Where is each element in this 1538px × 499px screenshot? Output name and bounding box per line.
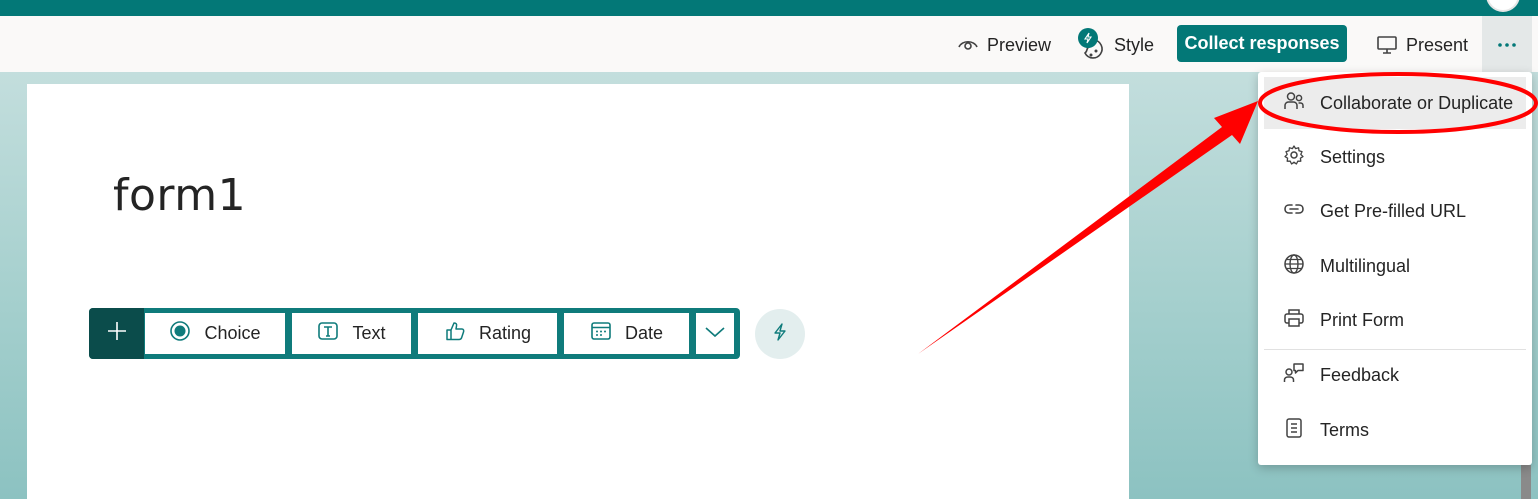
preview-label: Preview <box>987 34 1052 55</box>
add-question-bar: Choice Text Rating Date <box>89 308 740 359</box>
link-icon <box>1283 198 1305 225</box>
document-icon <box>1283 417 1305 444</box>
text-question-button[interactable]: Text <box>292 313 411 354</box>
eye-icon <box>957 34 979 56</box>
menu-item-print-form[interactable]: Print Form <box>1264 294 1526 346</box>
date-label: Date <box>624 323 664 343</box>
lightning-icon <box>770 322 790 347</box>
text-icon <box>317 320 339 347</box>
menu-item-label: Collaborate or Duplicate <box>1320 92 1514 113</box>
printer-icon <box>1283 307 1305 334</box>
more-options-button[interactable] <box>1482 16 1532 72</box>
style-button[interactable]: Style <box>1076 26 1154 64</box>
text-label: Text <box>352 323 386 343</box>
form-card <box>27 84 1129 499</box>
plus-icon <box>106 320 128 347</box>
palette-icon <box>1076 28 1106 60</box>
menu-item-multilingual[interactable]: Multilingual <box>1264 240 1526 292</box>
presentation-icon <box>1376 34 1398 56</box>
rating-question-button[interactable]: Rating <box>418 313 557 354</box>
rating-label: Rating <box>478 323 532 343</box>
add-question-button[interactable] <box>89 308 144 359</box>
style-label: Style <box>1114 34 1155 55</box>
menu-item-label: Settings <box>1320 146 1386 167</box>
date-question-button[interactable]: Date <box>564 313 689 354</box>
menu-item-label: Feedback <box>1320 364 1400 385</box>
more-options-menu: Collaborate or Duplicate Settings Get Pr… <box>1258 72 1532 465</box>
choice-question-button[interactable]: Choice <box>145 313 285 354</box>
calendar-icon <box>590 320 612 347</box>
menu-item-label: Get Pre-filled URL <box>1320 200 1467 221</box>
radio-icon <box>169 320 191 347</box>
app-header-strip <box>0 0 1538 16</box>
menu-item-label: Terms <box>1320 419 1369 440</box>
present-label: Present <box>1406 34 1469 55</box>
globe-icon <box>1283 253 1305 280</box>
gear-icon <box>1283 144 1305 171</box>
menu-item-prefilled-url[interactable]: Get Pre-filled URL <box>1264 185 1526 237</box>
choice-label: Choice <box>204 323 261 343</box>
menu-item-label: Print Form <box>1320 309 1405 330</box>
thumbs-up-icon <box>444 320 466 347</box>
more-question-types-button[interactable] <box>696 313 734 354</box>
present-button[interactable]: Present <box>1376 26 1468 64</box>
menu-item-terms[interactable]: Terms <box>1264 404 1526 456</box>
form-title[interactable]: form1 <box>113 170 246 221</box>
preview-button[interactable]: Preview <box>957 26 1051 64</box>
lightning-badge-icon <box>1078 28 1098 48</box>
chevron-down-icon <box>704 323 726 344</box>
scrollbar-thumb[interactable] <box>1521 465 1531 499</box>
menu-item-collaborate[interactable]: Collaborate or Duplicate <box>1264 77 1526 129</box>
menu-item-label: Multilingual <box>1320 255 1411 276</box>
people-icon <box>1283 90 1305 117</box>
menu-item-feedback[interactable]: Feedback <box>1264 349 1526 401</box>
menu-item-settings[interactable]: Settings <box>1264 131 1526 183</box>
collect-responses-button[interactable]: Collect responses <box>1177 25 1347 62</box>
quick-start-button[interactable] <box>755 309 805 359</box>
more-dots-icon <box>1497 35 1517 53</box>
feedback-icon <box>1283 362 1305 389</box>
